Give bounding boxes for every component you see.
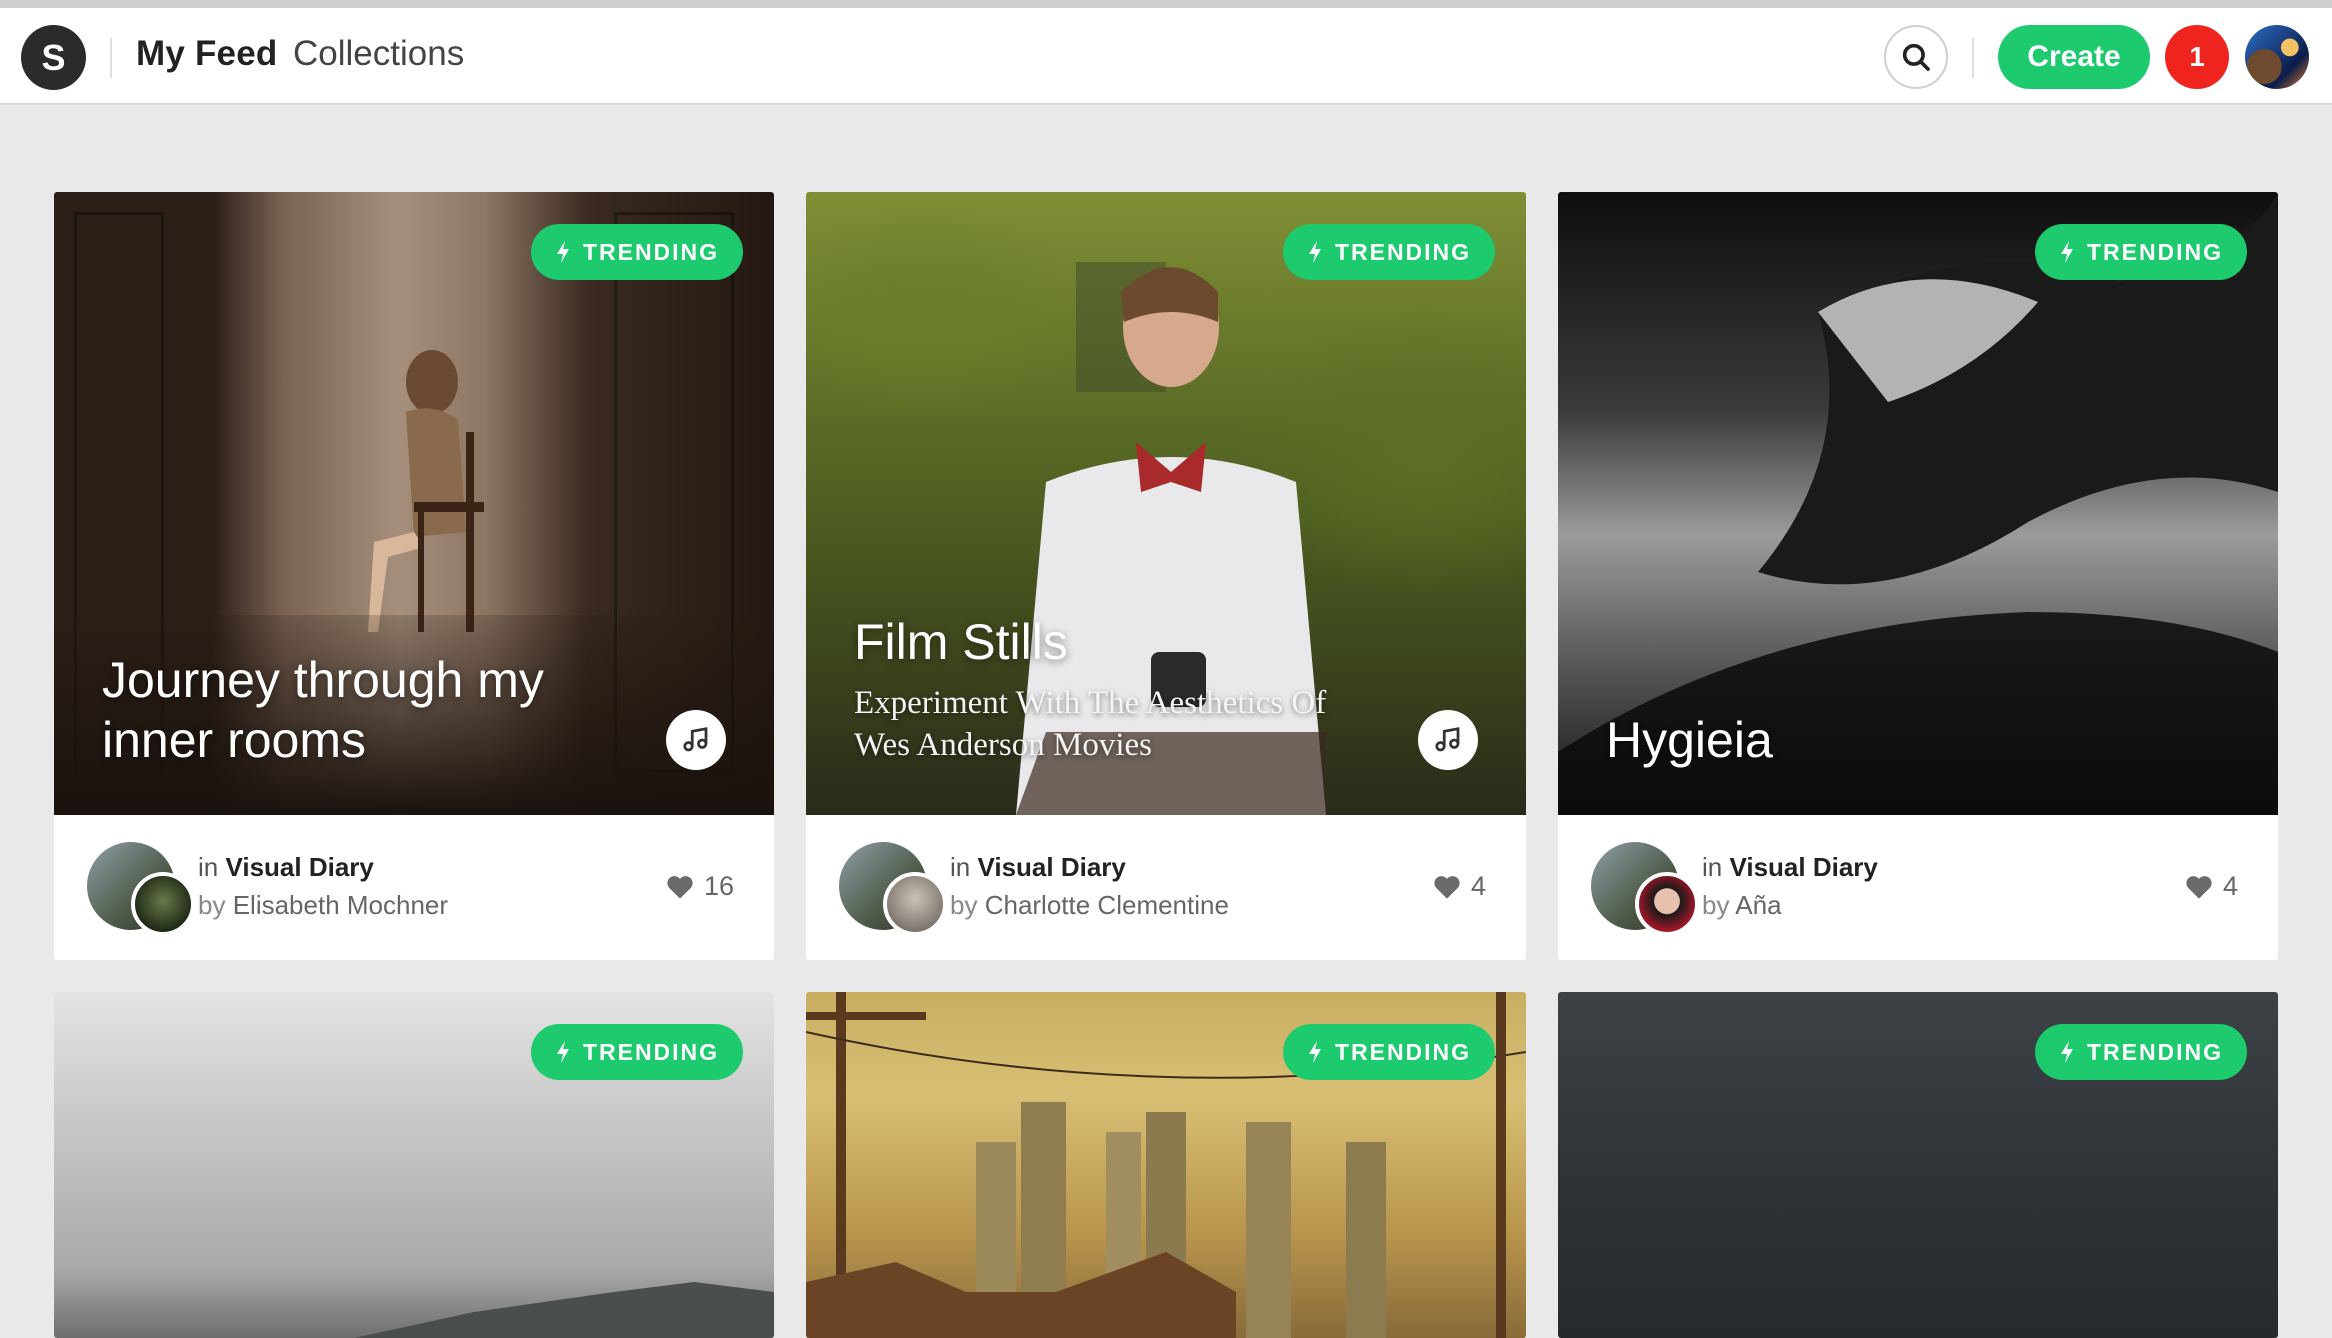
story-card[interactable]: TRENDING Hygieia in Visual Diary by Aña … [1558, 192, 2278, 960]
story-card-footer: in Visual Diary by Elisabeth Mochner 16 [54, 815, 774, 960]
story-subtitle-line: Wes Anderson Movies [854, 727, 1152, 763]
trending-badge: TRENDING [531, 1024, 743, 1080]
trending-label: TRENDING [582, 1038, 720, 1065]
in-prefix: in [1702, 852, 1723, 882]
trending-badge: TRENDING [531, 224, 743, 280]
collection-link[interactable]: Visual Diary [225, 852, 373, 882]
trending-badge: TRENDING [2035, 1024, 2247, 1080]
header-divider [1972, 38, 1974, 78]
story-cover-image[interactable]: TRENDING [806, 992, 1526, 1338]
lightning-bolt-icon [1308, 1041, 1321, 1063]
nav-divider [110, 38, 112, 78]
notifications-badge[interactable]: 1 [2165, 25, 2229, 89]
avatar-stack [1591, 842, 1699, 936]
in-prefix: in [950, 852, 971, 882]
story-card[interactable]: TRENDING [806, 992, 1526, 1338]
lightning-bolt-icon [1308, 241, 1321, 263]
story-card[interactable]: TRENDING [54, 992, 774, 1338]
heart-icon [667, 875, 693, 899]
seated-woman-illustration [368, 350, 484, 632]
story-title[interactable]: Journey through my inner rooms [102, 650, 544, 770]
story-cover-image[interactable]: TRENDING [1558, 992, 2278, 1338]
story-subtitle: Experiment With The Aesthetics Of Wes An… [854, 682, 1326, 766]
story-title-line: inner rooms [102, 712, 366, 768]
music-note-icon [683, 727, 708, 752]
trending-label: TRENDING [2086, 238, 2224, 265]
story-subtitle-line: Experiment With The Aesthetics Of [854, 685, 1327, 721]
by-prefix: by [198, 890, 226, 920]
like-button[interactable]: 16 [666, 871, 734, 902]
heart-icon [2186, 875, 2212, 899]
avatar-stack [87, 842, 195, 936]
trending-badge: TRENDING [2035, 224, 2247, 280]
lightning-bolt-icon [2060, 1041, 2073, 1063]
heart-icon [1434, 875, 1460, 899]
like-button[interactable]: 4 [1433, 871, 1486, 902]
like-count: 16 [703, 871, 734, 901]
author-avatar[interactable] [131, 872, 195, 936]
story-card[interactable]: TRENDING Film Stills Experiment With The… [806, 192, 1526, 960]
avatar-stack [839, 842, 947, 936]
story-title[interactable]: Hygieia [1606, 710, 1773, 770]
trending-badge: TRENDING [1283, 224, 1495, 280]
user-avatar[interactable] [2245, 25, 2309, 89]
top-navigation-bar: S My Feed Collections Create 1 [0, 8, 2332, 105]
story-title[interactable]: Film Stills [854, 612, 1068, 672]
by-prefix: by [950, 890, 978, 920]
trending-label: TRENDING [1334, 1038, 1472, 1065]
create-button[interactable]: Create [1998, 25, 2150, 89]
lightning-bolt-icon [556, 1041, 569, 1063]
author-link[interactable]: Elisabeth Mochner [233, 890, 448, 920]
story-cover-image[interactable]: TRENDING Film Stills Experiment With The… [806, 192, 1526, 815]
author-line: by Charlotte Clementine [950, 890, 1229, 921]
story-cover-image[interactable]: TRENDING Hygieia [1558, 192, 2278, 815]
collection-line: in Visual Diary [198, 852, 374, 883]
trending-label: TRENDING [2086, 1038, 2224, 1065]
story-cover-image[interactable]: TRENDING Journey through my inner rooms [54, 192, 774, 815]
nav-collections[interactable]: Collections [293, 34, 464, 74]
trending-label: TRENDING [1334, 238, 1472, 265]
trending-badge: TRENDING [1283, 1024, 1495, 1080]
author-avatar[interactable] [883, 872, 947, 936]
collection-line: in Visual Diary [1702, 852, 1878, 883]
search-icon [1902, 43, 1930, 71]
story-cover-image[interactable]: TRENDING [54, 992, 774, 1338]
story-title-line: Journey through my [102, 652, 544, 708]
by-prefix: by [1702, 890, 1730, 920]
lightning-bolt-icon [2060, 241, 2073, 263]
collection-link[interactable]: Visual Diary [1729, 852, 1877, 882]
collection-line: in Visual Diary [950, 852, 1126, 883]
collection-link[interactable]: Visual Diary [977, 852, 1125, 882]
music-note-icon [1435, 727, 1460, 752]
site-logo[interactable]: S [21, 25, 86, 90]
author-avatar[interactable] [1635, 872, 1699, 936]
story-card[interactable]: TRENDING [1558, 992, 2278, 1338]
story-title-line: Hygieia [1606, 712, 1773, 768]
audio-button[interactable] [1418, 710, 1478, 770]
in-prefix: in [198, 852, 219, 882]
author-link[interactable]: Charlotte Clementine [985, 890, 1229, 920]
story-card-footer: in Visual Diary by Aña 4 [1558, 815, 2278, 960]
trending-label: TRENDING [582, 238, 720, 265]
story-card[interactable]: TRENDING Journey through my inner rooms … [54, 192, 774, 960]
nav-my-feed[interactable]: My Feed [136, 34, 277, 74]
author-link[interactable]: Aña [1735, 890, 1781, 920]
like-button[interactable]: 4 [2185, 871, 2238, 902]
author-line: by Elisabeth Mochner [198, 890, 448, 921]
lightning-bolt-icon [556, 241, 569, 263]
story-card-footer: in Visual Diary by Charlotte Clementine … [806, 815, 1526, 960]
like-count: 4 [2222, 871, 2238, 901]
story-title-line: Film Stills [854, 614, 1068, 670]
like-count: 4 [1470, 871, 1486, 901]
search-button[interactable] [1884, 25, 1948, 89]
audio-button[interactable] [666, 710, 726, 770]
browser-top-edge [0, 0, 2332, 8]
author-line: by Aña [1702, 890, 1782, 921]
